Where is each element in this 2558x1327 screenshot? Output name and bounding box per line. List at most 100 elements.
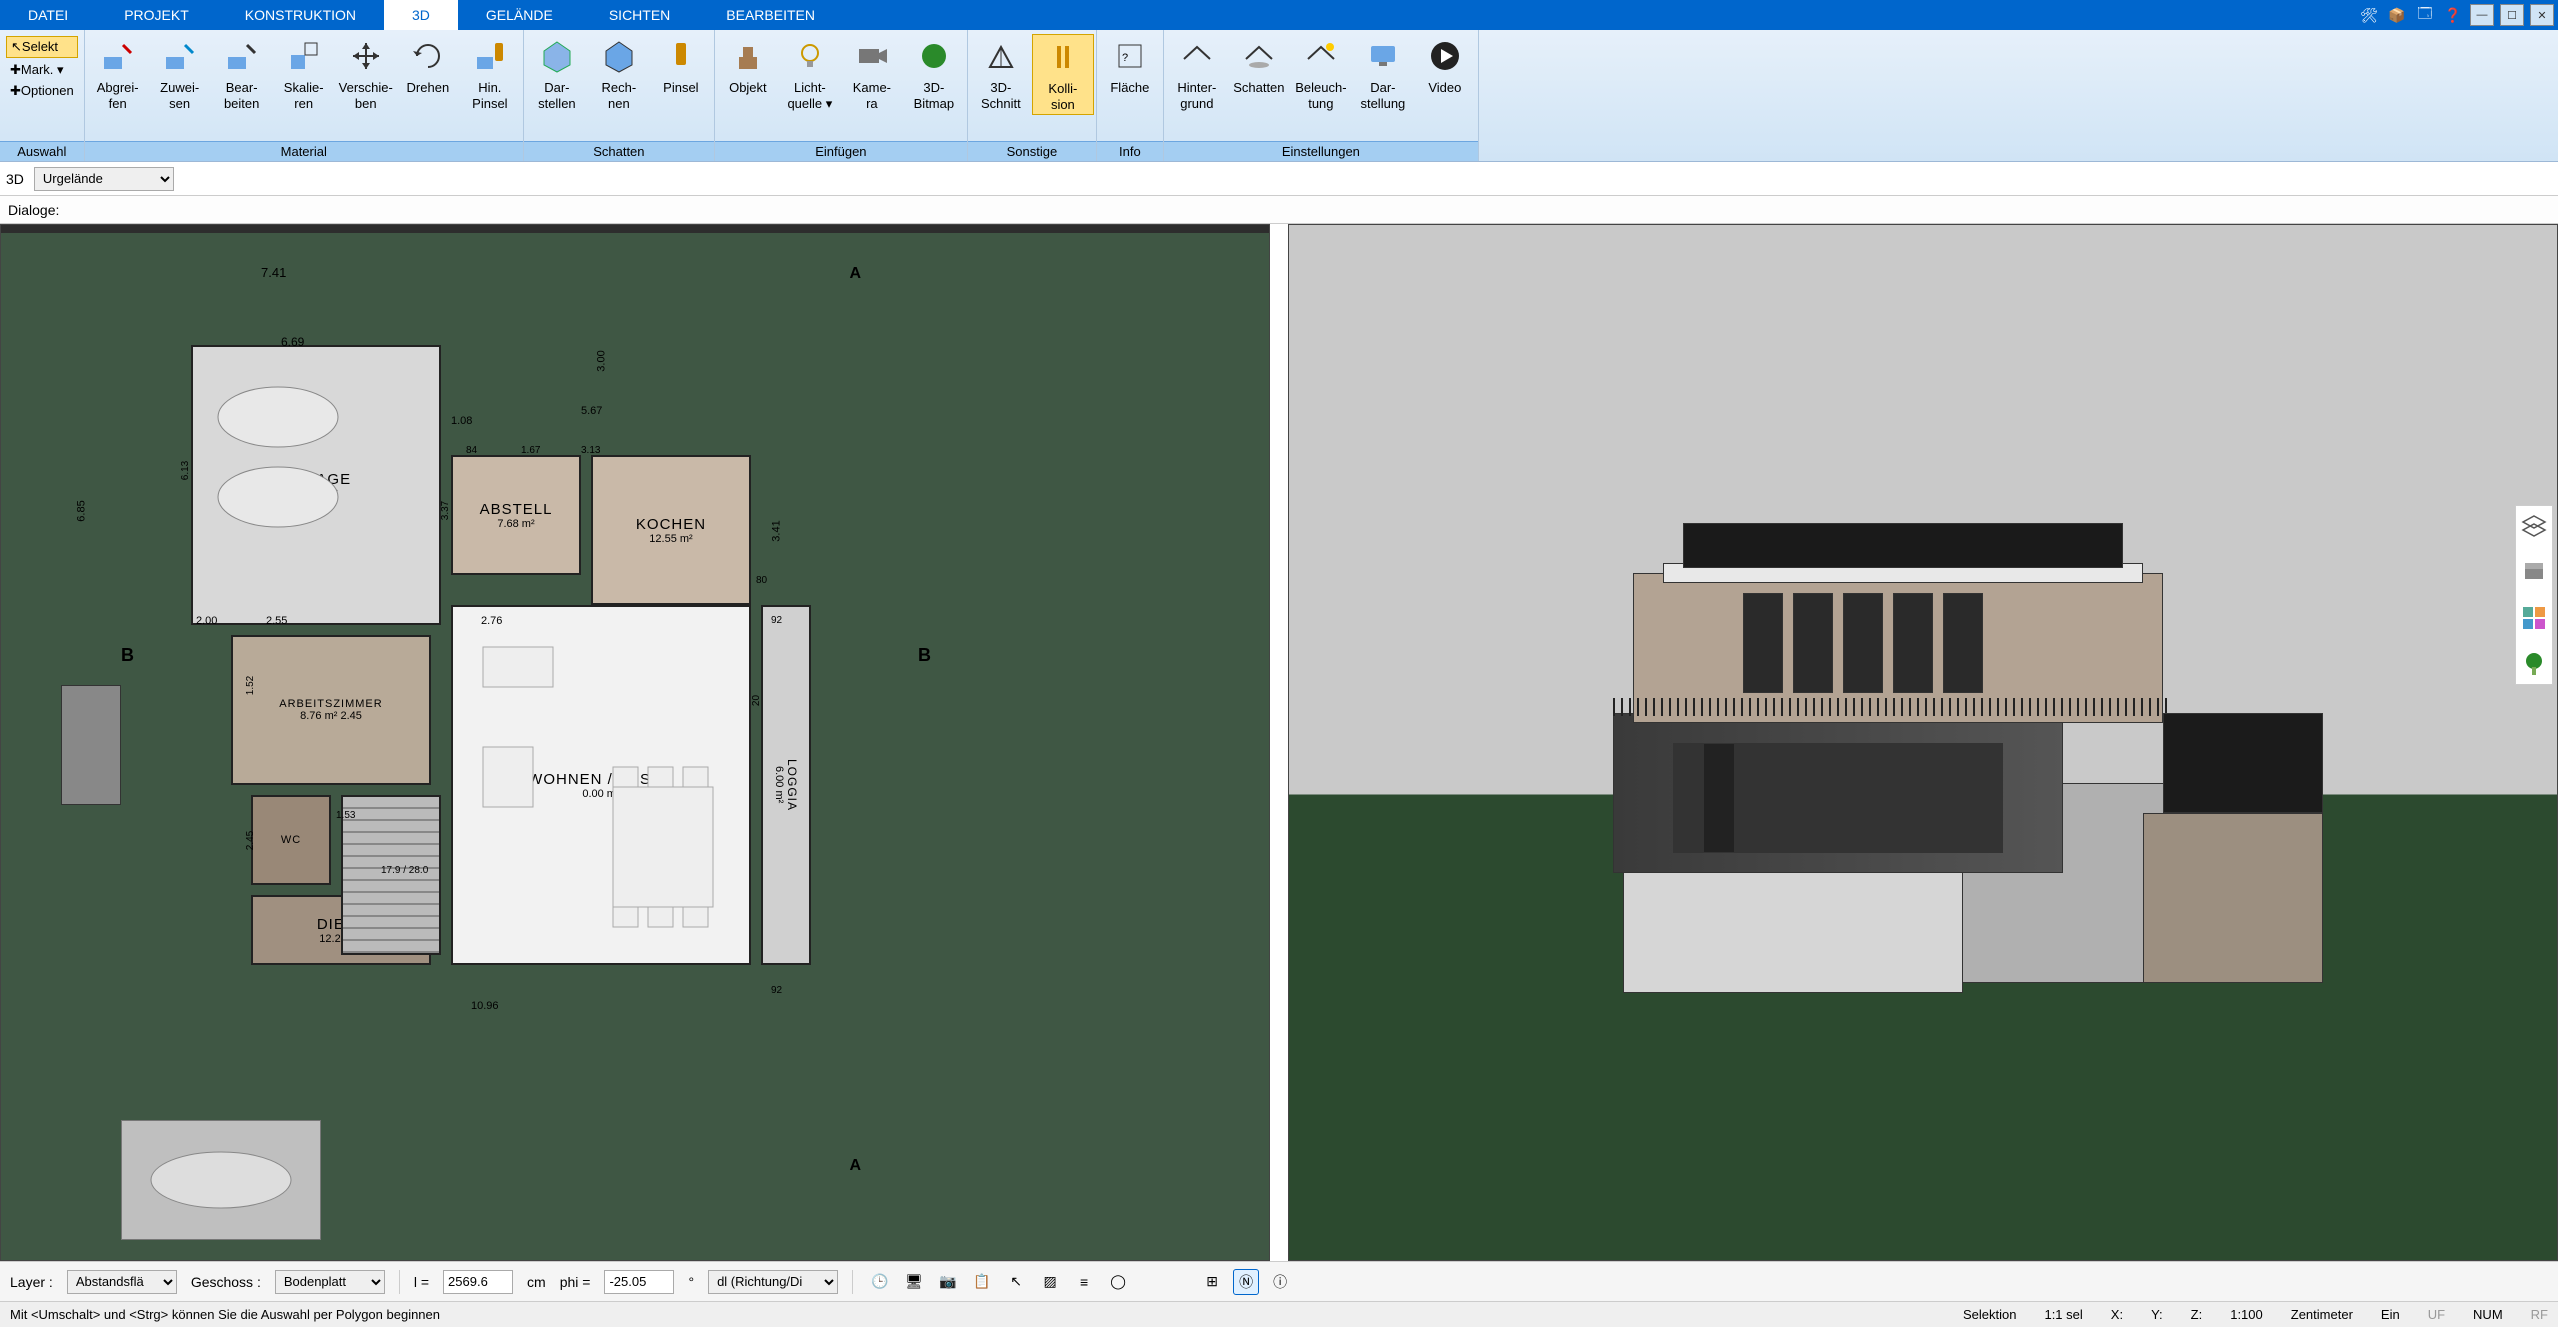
ribbon-group-einstellungen: Hinter- grund Schatten Beleuch- tung Dar… [1164,30,1479,161]
menu-tab-datei[interactable]: DATEI [0,0,96,30]
dim-top: 7.41 [261,265,286,280]
close-button[interactable]: ✕ [2530,4,2554,26]
camera-icon[interactable]: 📷 [935,1269,961,1295]
view-2d[interactable]: 7.41 A GARAGE 36.36 m² 6.69 ABSTELL 7.68… [0,224,1270,1261]
ribbon-label-auswahl: Auswahl [0,141,84,161]
package-icon[interactable]: 📦 [2386,4,2408,26]
verschieben-button[interactable]: Verschie- ben [335,34,397,113]
ribbon-group-auswahl: ↖ Selekt ✚ Mark. ▾ ✚ Optionen Auswahl [0,30,85,161]
menu-tab-konstruktion[interactable]: KONSTRUKTION [217,0,384,30]
ribbon-group-einfuegen: Objekt Licht- quelle ▾ Kame- ra 3D- Bitm… [715,30,968,161]
materials-icon[interactable] [2520,604,2548,632]
monitor-icon[interactable]: 🖥 [901,1269,927,1295]
l-input[interactable] [443,1270,513,1294]
beleuchtung-button[interactable]: Beleuch- tung [1290,34,1352,113]
geschoss-label: Geschoss : [191,1274,261,1290]
menu-tab-sichten[interactable]: SICHTEN [581,0,698,30]
menu-tab-bearbeiten[interactable]: BEARBEITEN [698,0,843,30]
bearbeiten-button[interactable]: Bear- beiten [211,34,273,113]
room-loggia-area: 6.00 m² [773,766,785,803]
maximize-button[interactable]: ☐ [2500,4,2524,26]
dl-select[interactable]: dl (Richtung/Di [708,1270,838,1294]
ribbon-group-schatten: Dar- stellen Rech- nen Pinsel Schatten [524,30,715,161]
svg-text:?: ? [1122,52,1128,64]
nav-icon[interactable]: Ⓝ [1233,1269,1259,1295]
ribbon-label-einstellungen: Einstellungen [1164,141,1478,161]
furniture-icon[interactable] [2520,558,2548,586]
view-3d[interactable] [1288,224,2558,1261]
section-b-right: B [918,645,931,666]
geschoss-select[interactable]: Bodenplatt [275,1270,385,1294]
ribbon-group-info: ?Fläche Info [1097,30,1164,161]
menu-tab-3d[interactable]: 3D [384,0,458,30]
section-a-bot: A [849,1157,861,1175]
status-unit: Zentimeter [2291,1307,2353,1322]
layers2-icon[interactable]: ▨ [1037,1269,1063,1295]
cursor-icon[interactable]: ↖ [1003,1269,1029,1295]
grid-icon[interactable]: ⊞ [1199,1269,1225,1295]
kollision-button[interactable]: Kolli- sion [1032,34,1094,115]
l-label: l = [414,1274,429,1290]
selekt-button[interactable]: ↖ Selekt [6,36,78,58]
clock-icon[interactable]: 🕒 [867,1269,893,1295]
ribbon-label-info: Info [1097,141,1163,161]
section-b-left: B [121,645,134,666]
dialog-label: Dialoge: [8,202,59,218]
layers-icon[interactable] [2520,512,2548,540]
status-rf: RF [2531,1307,2548,1322]
kamera-button[interactable]: Kame- ra [841,34,903,113]
minimize-button[interactable]: — [2470,4,2494,26]
layer-label: Layer : [10,1274,53,1290]
stack-icon[interactable]: ≡ [1071,1269,1097,1295]
info-icon[interactable]: ⓘ [1267,1269,1293,1295]
mark-button[interactable]: ✚ Mark. ▾ [6,60,78,80]
side-tools [2515,505,2553,685]
bottom-bar: Layer : Abstandsflä Geschoss : Bodenplat… [0,1261,2558,1301]
status-sel-count: 1:1 sel [2044,1307,2082,1322]
hintergrund-button[interactable]: Hinter- grund [1166,34,1228,113]
window-icon[interactable]: 🗔 [2414,4,2436,26]
schnitt3d-button[interactable]: 3D- Schnitt [970,34,1032,113]
optionen-button[interactable]: ✚ Optionen [6,81,78,101]
dialog-bar: Dialoge: [0,196,2558,224]
layer-select[interactable]: Abstandsflä [67,1270,177,1294]
status-ein: Ein [2381,1307,2400,1322]
ribbon-label-schatten: Schatten [524,141,714,161]
drehen-button[interactable]: Drehen [397,34,459,98]
status-z: Z: [2191,1307,2203,1322]
status-bar: Mit <Umschalt> und <Strg> können Sie die… [0,1301,2558,1327]
ribbon-label-einfuegen: Einfügen [715,141,967,161]
terrain-select[interactable]: Urgelände [34,167,174,191]
skalieren-button[interactable]: Skalie- ren [273,34,335,113]
video-button[interactable]: Video [1414,34,1476,98]
hinpinsel-button[interactable]: Hin. Pinsel [459,34,521,113]
room-abstell-name: ABSTELL [480,501,553,518]
darstellen-button[interactable]: Dar- stellen [526,34,588,113]
clipboard-icon[interactable]: 📋 [969,1269,995,1295]
plants-icon[interactable] [2520,650,2548,678]
menu-tab-gelaende[interactable]: GELÄNDE [458,0,581,30]
lichtquelle-button[interactable]: Licht- quelle ▾ [779,34,841,113]
room-wc-name: WC [281,834,301,846]
room-loggia-name: LOGGIA [785,759,799,811]
status-x: X: [2111,1307,2123,1322]
menu-tab-projekt[interactable]: PROJEKT [96,0,217,30]
zuweisen-button[interactable]: Zuwei- sen [149,34,211,113]
tools-icon[interactable]: 🛠 [2358,4,2380,26]
room-kochen-area: 12.55 m² [649,533,692,545]
status-scale: 1:100 [2230,1307,2263,1322]
darstellung-button[interactable]: Dar- stellung [1352,34,1414,113]
flaeche-button[interactable]: ?Fläche [1099,34,1161,98]
status-y: Y: [2151,1307,2163,1322]
schatten-set-button[interactable]: Schatten [1228,34,1290,98]
pinsel-button[interactable]: Pinsel [650,34,712,98]
objekt-button[interactable]: Objekt [717,34,779,98]
phi-input[interactable] [604,1270,674,1294]
help-icon[interactable]: ❓ [2442,4,2464,26]
bitmap3d-button[interactable]: 3D- Bitmap [903,34,965,113]
ribbon-group-sonstige: 3D- Schnitt Kolli- sion Sonstige [968,30,1097,161]
rechnen-button[interactable]: Rech- nen [588,34,650,113]
abgreifen-button[interactable]: Abgrei- fen [87,34,149,113]
circle-icon[interactable]: ◯ [1105,1269,1131,1295]
ribbon: ↖ Selekt ✚ Mark. ▾ ✚ Optionen Auswahl Ab… [0,30,2558,162]
